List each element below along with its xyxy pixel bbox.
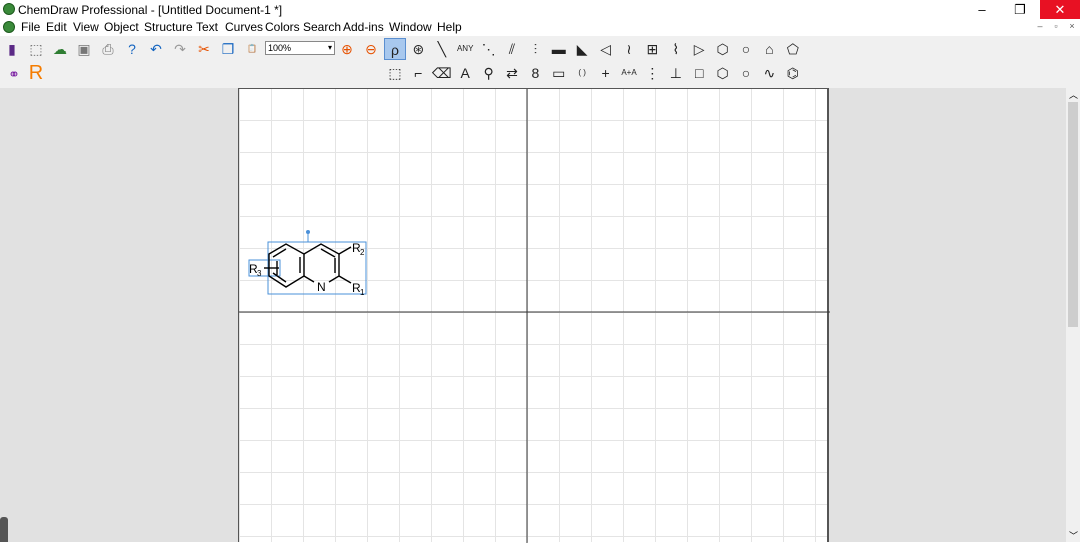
mdi-close-button[interactable]: × — [1064, 21, 1080, 31]
hashed-bond-icon[interactable]: ⫽ — [501, 38, 523, 60]
zoom-out-icon[interactable]: ⊖ — [360, 38, 382, 60]
lasso-icon[interactable]: ρ — [384, 38, 406, 60]
print-icon[interactable]: ⎙ — [97, 38, 119, 60]
close-button[interactable]: ✕ — [1040, 0, 1080, 19]
dashed-bond-icon[interactable]: ⋱ — [478, 38, 500, 60]
menu-search[interactable]: Search — [303, 20, 341, 34]
eraser-icon[interactable]: ⌫ — [431, 62, 453, 84]
any-bond-icon[interactable]: ANY — [454, 38, 476, 60]
r-icon[interactable]: R — [25, 62, 47, 84]
r1-subscript: 1 — [360, 288, 365, 297]
chevron-down-icon: ▾ — [327, 43, 332, 52]
hexagon-ring-2-icon[interactable]: ⬡ — [712, 62, 734, 84]
tlc-plate-icon[interactable]: ⋮ — [641, 62, 663, 84]
r2-subscript: 2 — [360, 248, 365, 257]
paste-icon[interactable]: 📋 — [241, 38, 263, 60]
cut-icon[interactable]: ✂ — [193, 38, 215, 60]
benzene-ring-icon[interactable]: ⌬ — [782, 62, 804, 84]
window-title: ChemDraw Professional - [Untitled Docume… — [18, 3, 283, 17]
hashed-wedge-bond-icon[interactable]: ⫶ — [524, 38, 546, 60]
marquee-icon[interactable]: ⬚ — [384, 62, 406, 84]
wavy-bond-icon[interactable]: ≀ — [618, 38, 640, 60]
restore-button[interactable]: ❐ — [1000, 0, 1040, 19]
solid-bond-icon[interactable]: ╲ — [431, 38, 453, 60]
menu-help[interactable]: Help — [437, 20, 462, 34]
menu-file[interactable]: File — [21, 20, 40, 34]
hollow-wedge-bond-icon[interactable]: ◁ — [595, 38, 617, 60]
query-icon[interactable]: A+A — [618, 62, 640, 84]
help-icon[interactable]: ? — [121, 38, 143, 60]
undo-icon[interactable]: ↶ — [145, 38, 167, 60]
menu-edit[interactable]: Edit — [46, 20, 67, 34]
drawing-canvas[interactable]: N R 2 R 1 R 3 — [238, 88, 830, 543]
brackets-icon[interactable]: ( ) — [571, 62, 593, 84]
structure-perspective-icon[interactable]: ⊛ — [407, 38, 429, 60]
minimize-button[interactable]: – — [962, 0, 1002, 19]
menu-bar: File Edit View Object Structure Text Curves Col… — [0, 19, 1080, 36]
square-ring-icon[interactable]: □ — [688, 62, 710, 84]
open-icon[interactable]: ⬚ — [25, 38, 47, 60]
benzene-ring — [268, 243, 305, 288]
chemdraw-app-icon — [3, 3, 15, 15]
r3-subscript: 3 — [257, 269, 262, 278]
chemdraw-logo-icon[interactable]: ⚭ — [3, 63, 25, 85]
new-document-icon[interactable]: ▮ — [1, 38, 23, 60]
drawing-elements-icon[interactable]: ▭ — [548, 62, 570, 84]
canvas-drawing: N R 2 R 1 R 3 — [239, 89, 830, 543]
menu-structure[interactable]: Structure — [144, 20, 193, 34]
bold-bond-icon[interactable]: ▬ — [548, 38, 570, 60]
text-icon[interactable]: A — [454, 62, 476, 84]
save-icon[interactable]: ▣ — [73, 38, 95, 60]
arrow-icon[interactable]: ⇄ — [501, 62, 523, 84]
cyclopentadiene-ring-icon[interactable]: ⬠ — [782, 38, 804, 60]
mdi-minimize-button[interactable]: – — [1032, 21, 1048, 31]
document-icon[interactable] — [3, 21, 15, 33]
title-bar: ChemDraw Professional - [Untitled Docume… — [0, 0, 1080, 19]
orbital-icon[interactable]: 8 — [524, 62, 546, 84]
zoom-in-icon[interactable]: ⊕ — [336, 38, 358, 60]
menu-text[interactable]: Text — [196, 20, 218, 34]
zoom-select[interactable]: 100% ▾ — [265, 41, 335, 55]
menu-add-ins[interactable]: Add-ins — [343, 20, 384, 34]
heptagon-ring-icon[interactable]: ○ — [735, 38, 757, 60]
scroll-up-icon[interactable]: ︿ — [1069, 88, 1078, 101]
vertical-scrollbar[interactable]: ︿ ﹀ — [1066, 88, 1080, 542]
table-icon[interactable]: ⊞ — [641, 38, 663, 60]
template-icon[interactable]: ⚲ — [478, 62, 500, 84]
chemdraw-cloud-icon[interactable]: ☁ — [49, 38, 71, 60]
octagon-ring-icon[interactable]: ○ — [735, 62, 757, 84]
menu-colors[interactable]: Colors — [265, 20, 300, 34]
scroll-down-icon[interactable]: ﹀ — [1069, 529, 1078, 542]
side-panel-tab[interactable] — [0, 517, 8, 542]
cyclohexane-boat-icon[interactable]: ∿ — [758, 62, 780, 84]
stamp-icon[interactable]: ⊥ — [665, 62, 687, 84]
zoom-value: 100% — [268, 43, 292, 53]
copy-icon[interactable]: ❐ — [217, 38, 239, 60]
quinoline-structure[interactable] — [248, 230, 367, 295]
scrollbar-thumb[interactable] — [1068, 102, 1078, 327]
chemical-symbols-icon[interactable]: + — [595, 62, 617, 84]
redo-icon[interactable]: ↷ — [169, 38, 191, 60]
reaction-mapping-icon[interactable]: ⌐ — [407, 62, 429, 84]
triangle-ring-icon[interactable]: ▷ — [688, 38, 710, 60]
menu-window[interactable]: Window — [389, 20, 432, 34]
menu-object[interactable]: Object — [104, 20, 139, 34]
wedge-bond-icon[interactable]: ◣ — [571, 38, 593, 60]
hexagon-ring-icon[interactable]: ⬡ — [712, 38, 734, 60]
mdi-restore-button[interactable]: ▫ — [1048, 21, 1064, 31]
menu-curves[interactable]: Curves — [225, 20, 263, 34]
rotate-handle[interactable] — [306, 230, 310, 234]
chain-icon[interactable]: ⌇ — [665, 38, 687, 60]
cyclohexane-chair-icon[interactable]: ⌂ — [758, 38, 780, 60]
nitrogen-atom[interactable]: N — [317, 280, 326, 294]
menu-view[interactable]: View — [73, 20, 99, 34]
